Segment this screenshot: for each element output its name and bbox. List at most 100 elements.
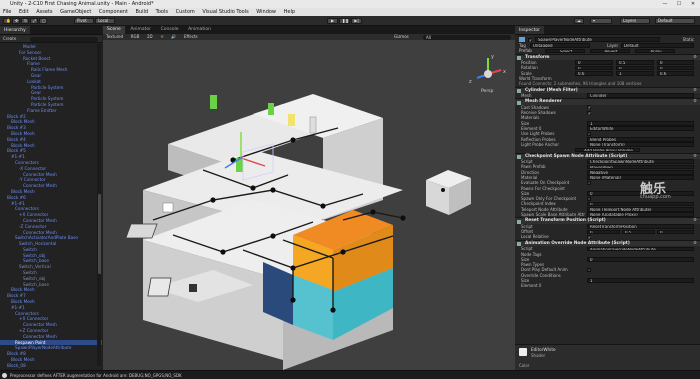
minimize-button[interactable]: — [658,0,672,8]
hierarchy-search-input[interactable] [30,36,98,42]
z-field[interactable]: 0 [657,60,694,65]
menu-component[interactable]: Component [99,9,128,15]
hand-tool-icon[interactable]: ✋ [3,18,11,24]
hierarchy-scroll-thumb[interactable] [97,194,101,274]
x-field[interactable]: 0.6 [575,71,613,76]
step-icon[interactable]: ▶| [351,18,362,24]
tag-dropdown[interactable]: Untagged [530,43,590,48]
hierarchy-item[interactable]: Block_08 [0,363,102,369]
property-field[interactable]: PlayerPawn [587,164,694,170]
close-button[interactable]: ✕ [686,0,700,8]
property-field[interactable]: Blend Probes [587,137,694,142]
menu-tools[interactable]: Tools [156,9,168,15]
scene-view[interactable]: Scene Animator Console Animation Texture… [103,26,515,370]
pivot-toggle[interactable]: Pivot [74,18,94,24]
property-field[interactable]: 0 [587,201,694,207]
property-field[interactable]: None (Teleport Node Attribute) [587,207,694,212]
active-checkbox[interactable]: ✓ [528,37,532,42]
maximize-button[interactable]: ☐ [672,0,686,8]
menu-visual-studio-tools[interactable]: Visual Studio Tools [202,9,248,15]
property-checkbox[interactable] [587,180,591,185]
y-field[interactable]: 1 [616,71,654,76]
scale-tool-icon[interactable]: ⤢ [30,18,38,24]
orientation-gizmo[interactable]: y x z Persp [469,54,506,94]
property-field[interactable]: 1 [587,278,694,283]
layout-dropdown[interactable]: Default [655,18,695,24]
local-toggle[interactable]: Local [95,18,115,24]
prefab-revert-button[interactable]: Revert [590,48,630,54]
hierarchy-item-label: Connectors [15,159,39,165]
hierarchy-item-label: Gear [31,72,42,78]
prefab-apply-button[interactable]: Apply [635,48,675,54]
layers-dropdown[interactable]: Layers [620,18,650,24]
hierarchy-item-label: Block #4 [7,136,26,142]
scene-search-input[interactable]: All [423,34,511,40]
z-field[interactable]: 0.6 [657,71,694,76]
hierarchy-item-label: SwitchActivatorAndPlate Base [15,235,78,241]
menu-edit[interactable]: Edit [19,9,29,15]
menu-assets[interactable]: Assets [36,9,52,15]
y-field[interactable]: 0 [616,65,654,71]
menu-help[interactable]: Help [284,9,295,15]
object-name-field[interactable]: SpawnPlayerNodeAttribute [535,37,660,42]
menu-window[interactable]: Window [256,9,276,15]
property-field[interactable]: 1 [587,121,694,126]
tab-animation[interactable]: Animation [184,26,215,34]
property-field[interactable]: AnimationOverrideNodeAttribute [587,246,694,252]
window-title: Unity - 2-C10 First Chasing Animal.unity… [10,1,154,7]
hierarchy-item-label: #1-#1 [11,304,25,310]
z-field[interactable]: 0 [657,65,694,71]
menu-build[interactable]: Build [136,9,149,15]
property-field[interactable]: 0 [587,257,694,262]
tab-console[interactable]: Console [157,26,183,34]
add-probe-button[interactable]: Add Probe Proxy Volume [575,147,640,153]
menu-file[interactable]: File [3,9,11,15]
pause-icon[interactable]: ❚❚ [339,18,350,24]
property-checkbox[interactable]: ✓ [587,105,591,110]
orient-label-x: x [503,69,506,75]
hierarchy-scrollbar[interactable] [97,44,101,366]
y-field[interactable]: 0.5 [616,60,654,65]
property-checkbox[interactable]: ✓ [587,110,591,115]
hierarchy-create-button[interactable]: Create [3,36,16,42]
hierarchy-item-label: SpawnPlayerNodeAttribute [15,345,72,351]
scene-3d-canvas[interactable]: y x z Persp [103,40,515,370]
x-field[interactable]: 0 [575,60,613,65]
move-tool-icon[interactable]: ✥ [12,18,20,24]
property-field[interactable]: EditorWhite [587,126,694,131]
property-checkbox[interactable]: ✓ [587,234,591,239]
z-field[interactable]: 0 [657,229,694,234]
prefab-select-button[interactable]: Select [545,48,585,54]
property-field[interactable]: None (Transform) [587,142,694,147]
hierarchy-item-label: Switch_obj [23,275,46,281]
x-field[interactable]: 0 [587,229,620,234]
property-field[interactable]: CheckpointSpawnNodeAttribute [587,159,694,164]
menu-custom[interactable]: Custom [176,9,195,15]
rect-tool-icon[interactable]: ▢ [39,18,47,24]
tab-inspector[interactable]: Inspector [515,26,544,34]
tab-scene[interactable]: Scene [103,26,125,34]
status-message[interactable]: Preprocessor defines AFTER augmentation … [10,373,182,378]
status-bar: Preprocessor defines AFTER augmentation … [0,370,700,379]
y-field[interactable]: 0.5 [622,229,655,234]
account-dropdown[interactable]: ▾ [590,18,612,24]
property-field[interactable]: Negative [587,170,694,175]
switch-plate-bottom-inner [189,284,197,292]
property-field[interactable]: ResetTransformPosition [587,224,694,229]
tab-animator[interactable]: Animator [126,26,155,34]
layer-dropdown[interactable]: Default [621,43,694,48]
hierarchy-item-label: Connector Mesh [23,183,57,189]
play-icon[interactable]: ▶ [327,18,338,24]
mesh-field[interactable]: Cylinder [587,93,694,98]
cloud-icon[interactable]: ☁ [574,18,584,24]
property-field[interactable]: None (Updatable Proxy) [587,212,694,217]
x-field[interactable]: 0 [575,65,613,71]
property-checkbox[interactable] [587,196,591,201]
tab-hierarchy[interactable]: Hierarchy [0,26,30,34]
mesh-renderer-title: Mesh Renderer [525,99,562,105]
rotate-tool-icon[interactable]: ↻ [21,18,29,24]
static-checkbox-label[interactable]: Static [683,36,694,43]
menu-gameobject[interactable]: GameObject [60,9,91,15]
property-checkbox[interactable] [587,267,591,272]
property-checkbox[interactable] [587,131,591,136]
